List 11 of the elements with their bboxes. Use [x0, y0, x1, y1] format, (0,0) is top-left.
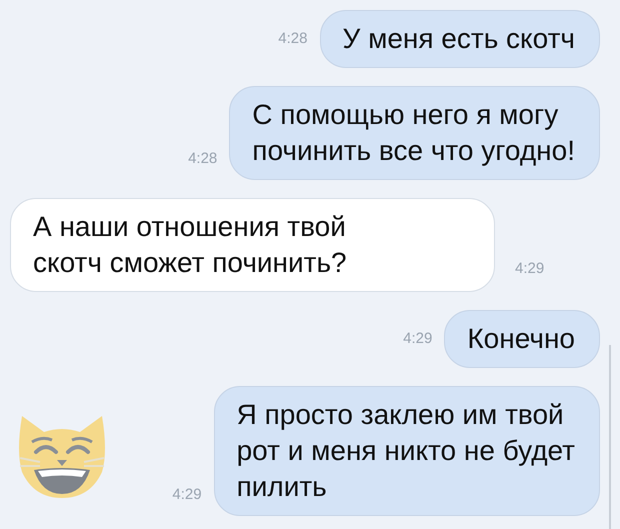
message-time: 4:28: [188, 148, 218, 168]
message-time: 4:28: [278, 28, 308, 49]
message-bubble: А наши отношения твой скотч сможет починить?: [10, 198, 495, 292]
message-bubble: С помощью него я могу починить все что угодно!: [229, 86, 600, 180]
message-bubble: Я просто заклею им твой рот и меня никто не будет пилить: [214, 386, 600, 516]
message-time: 4:29: [172, 484, 202, 504]
message-bubble: У меня есть скотч: [320, 10, 600, 68]
scrollbar[interactable]: [609, 345, 611, 529]
message-bubble: Конечно: [444, 310, 600, 368]
message-time: 4:29: [403, 328, 432, 349]
message-time: 4:29: [515, 258, 544, 278]
